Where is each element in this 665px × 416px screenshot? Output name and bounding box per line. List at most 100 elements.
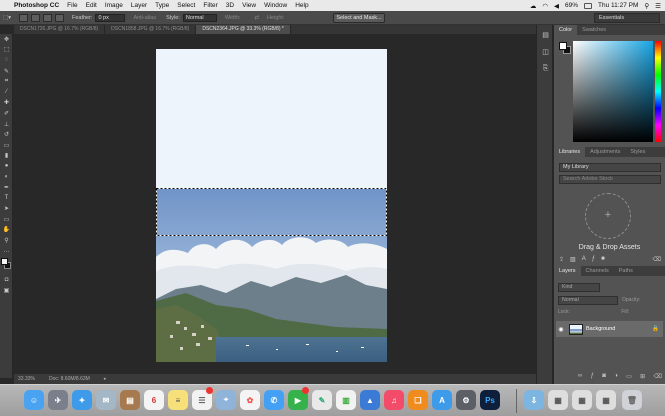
maps-icon[interactable]: ⌖ [216, 390, 236, 410]
menu-help[interactable]: Help [295, 2, 308, 9]
menu-3d[interactable]: 3D [226, 2, 234, 9]
brush-tool-icon[interactable]: ✐ [0, 108, 13, 119]
quick-selection-icon[interactable]: ✎ [0, 66, 13, 77]
menu-view[interactable]: View [242, 2, 256, 9]
rectangle-tool-icon[interactable]: ▭ [0, 214, 13, 225]
notes-icon[interactable]: ≡ [168, 390, 188, 410]
new-selection-icon[interactable] [18, 13, 28, 22]
ibooks-icon[interactable]: ❑ [408, 390, 428, 410]
drop-zone-plus-icon[interactable]: + [585, 193, 631, 239]
eyedropper-icon[interactable]: ⁄ [0, 87, 13, 98]
clock[interactable]: Thu 11:27 PM [598, 2, 638, 9]
gradient-tool-icon[interactable]: ▮ [0, 151, 13, 162]
creative-cloud-icon[interactable]: ☁ [530, 2, 537, 10]
blend-mode-select[interactable]: Normal [558, 296, 618, 305]
move-tool-icon[interactable]: ✥ [0, 34, 13, 45]
rectangular-marquee-icon[interactable]: ⬚ [0, 45, 13, 56]
link-layers-icon[interactable]: ∞ [578, 373, 582, 380]
library-select[interactable]: My Library [559, 163, 661, 172]
spotlight-icon[interactable]: ⚲ [644, 2, 649, 10]
itunes-icon[interactable]: ♫ [384, 390, 404, 410]
add-color-icon[interactable]: ■ [601, 256, 605, 262]
path-selection-icon[interactable]: ➤ [0, 204, 13, 215]
spot-healing-icon[interactable]: ✚ [0, 98, 13, 109]
photos-icon[interactable]: ✿ [240, 390, 260, 410]
hand-tool-icon[interactable]: ✋ [0, 225, 13, 236]
calendar-icon[interactable]: 6 [144, 390, 164, 410]
eraser-icon[interactable]: ▭ [0, 140, 13, 151]
document-stack-icon-3[interactable]: ▦ [596, 390, 616, 410]
crop-tool-icon[interactable]: ⌗ [0, 76, 13, 87]
tab-layers[interactable]: Layers [554, 266, 581, 276]
messages-icon[interactable]: ✆ [264, 390, 284, 410]
menu-type[interactable]: Type [155, 2, 169, 9]
more-tools-icon[interactable]: … [0, 246, 13, 257]
zoom-tool-icon[interactable]: ⚲ [0, 235, 13, 246]
style-select[interactable]: Normal [182, 13, 217, 22]
menu-window[interactable]: Window [264, 2, 287, 9]
dodge-tool-icon[interactable]: ◐ [0, 172, 13, 183]
app-store-icon[interactable]: A [432, 390, 452, 410]
tab-adjustments[interactable]: Adjustments [585, 147, 625, 157]
canvas-area[interactable] [14, 34, 536, 374]
document-stack-icon-2[interactable]: ▦ [572, 390, 592, 410]
layer-style-icon[interactable]: ƒ [591, 373, 594, 380]
color-panel-foreground[interactable] [559, 42, 567, 50]
tab-swatches[interactable]: Swatches [577, 25, 611, 35]
safari-icon[interactable]: ✦ [72, 390, 92, 410]
adjustment-layer-icon[interactable]: ◑ [614, 373, 618, 380]
status-arrow-icon[interactable]: ▸ [104, 376, 107, 382]
library-delete-icon[interactable]: ⌫ [653, 256, 661, 263]
delete-layer-icon[interactable]: ⌫ [653, 373, 661, 380]
lasso-tool-icon[interactable]: ◌ [0, 55, 13, 66]
history-panel-icon[interactable]: ▤ [538, 28, 553, 42]
stock-search-input[interactable]: Search Adobe Stock [559, 175, 661, 184]
select-and-mask-button[interactable]: Select and Mask... [333, 13, 385, 23]
tab-color[interactable]: Color [554, 25, 578, 35]
menu-image[interactable]: Image [105, 2, 123, 9]
tab-paths[interactable]: Paths [614, 266, 638, 276]
layer-kind-filter[interactable]: Kind [558, 283, 600, 292]
history-brush-icon[interactable]: ↺ [0, 129, 13, 140]
foreground-background-colors[interactable] [0, 256, 13, 274]
blur-tool-icon[interactable]: ● [0, 161, 13, 172]
add-character-style-icon[interactable]: A [582, 256, 586, 262]
trash-icon[interactable]: 🗑 [622, 390, 642, 410]
clone-stamp-icon[interactable]: ⊥ [0, 119, 13, 130]
photoshop-icon[interactable]: Ps [480, 390, 500, 410]
marquee-tool-preset-icon[interactable]: ⬚▾ [3, 15, 11, 21]
swap-dimensions-icon[interactable]: ⇄ [254, 15, 259, 21]
launchpad-icon[interactable]: ✈ [48, 390, 68, 410]
contacts-icon[interactable]: ▤ [120, 390, 140, 410]
pen-tool-icon[interactable]: ✒ [0, 182, 13, 193]
document-canvas[interactable] [156, 49, 387, 362]
screen-mode-icon[interactable]: ▣ [0, 285, 13, 296]
hue-slider[interactable] [655, 41, 661, 142]
pages-icon[interactable]: ✎ [312, 390, 332, 410]
tab-channels[interactable]: Channels [581, 266, 614, 276]
tab-libraries[interactable]: Libraries [554, 147, 586, 157]
tab-document-3[interactable]: DSCN2364.JPG @ 33.3% (RGB/8) * [196, 25, 291, 34]
system-preferences-icon[interactable]: ⚙ [456, 390, 476, 410]
keynote-icon[interactable]: ▲ [360, 390, 380, 410]
fx-icon[interactable]: ƒ [592, 256, 595, 262]
subtract-selection-icon[interactable] [42, 13, 52, 22]
add-to-selection-icon[interactable] [30, 13, 40, 22]
feather-input[interactable]: 0 px [95, 13, 126, 22]
quick-mask-icon[interactable]: ◘ [0, 274, 13, 285]
properties-panel-icon[interactable]: ◫ [538, 45, 553, 59]
foreground-color-swatch[interactable] [1, 258, 8, 266]
color-spectrum[interactable] [573, 41, 653, 142]
notification-center-icon[interactable]: ☰ [655, 2, 661, 10]
menu-select[interactable]: Select [177, 2, 195, 9]
anti-alias-checkbox[interactable]: Anti-alias [133, 15, 156, 21]
tab-styles[interactable]: Styles [625, 147, 650, 157]
layer-name[interactable]: Background [586, 326, 615, 332]
mail-icon[interactable]: ✉ [96, 390, 116, 410]
add-graphic-icon[interactable]: ▨ [570, 256, 576, 263]
intersect-selection-icon[interactable] [54, 13, 64, 22]
tab-document-1[interactable]: DSCN1726.JPG @ 16.7% (RGB/8) [14, 25, 106, 34]
zoom-level[interactable]: 33.33% [18, 376, 35, 382]
workspace-switcher[interactable]: Essentials [594, 13, 660, 23]
volume-icon[interactable]: ◀ [554, 2, 559, 10]
